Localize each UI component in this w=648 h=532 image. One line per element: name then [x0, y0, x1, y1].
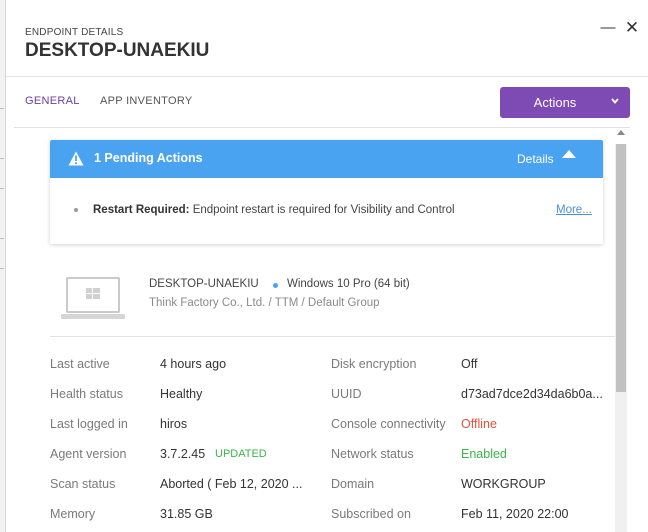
- vertical-scrollbar[interactable]: [615, 144, 627, 532]
- actions-button-label: Actions: [533, 95, 577, 110]
- prop-key: Agent version: [50, 447, 127, 461]
- warning-icon: [68, 151, 84, 166]
- pending-action-bold: Restart Required:: [93, 204, 190, 216]
- background-tick: [0, 268, 4, 269]
- details-toggle[interactable]: Details: [517, 152, 554, 166]
- pending-action-description: Endpoint restart is required for Visibil…: [189, 204, 455, 216]
- endpoint-details-panel: ENDPOINT DETAILS DESKTOP-UNAEKIU — ✕ GEN…: [6, 0, 648, 532]
- pending-actions-title: 1 Pending Actions: [94, 151, 203, 165]
- device-name: DESKTOP-UNAEKIU: [149, 278, 259, 290]
- prop-value: Off: [461, 357, 478, 371]
- tab-app-inventory[interactable]: APP INVENTORY: [100, 95, 193, 107]
- prop-key: Domain: [331, 477, 375, 491]
- info-divider: [50, 336, 615, 337]
- pending-actions-header: 1 Pending Actions Details: [50, 140, 603, 178]
- status-dot: [273, 283, 278, 288]
- prop-value: d73ad7dce2d34da6b0a...: [461, 387, 603, 401]
- prop-value-offline: Offline: [461, 417, 497, 431]
- prop-key: Network status: [331, 447, 414, 461]
- prop-key: Console connectivity: [331, 417, 446, 431]
- prop-key: Disk encryption: [331, 357, 417, 371]
- caret-up-icon[interactable]: [562, 150, 576, 158]
- prop-value: 31.85 GB: [160, 507, 213, 521]
- tab-bar: GENERAL APP INVENTORY Actions: [6, 76, 648, 128]
- general-tab-content: 1 Pending Actions Details Restart Requir…: [6, 128, 648, 532]
- background-tick: [0, 158, 4, 159]
- prop-key: Scan status: [50, 477, 116, 491]
- prop-value: Healthy: [160, 387, 203, 401]
- prop-value: 3.7.2.45: [160, 447, 206, 461]
- header-label: ENDPOINT DETAILS: [25, 27, 124, 38]
- minimize-icon[interactable]: —: [600, 20, 616, 36]
- close-icon[interactable]: ✕: [624, 19, 640, 36]
- pending-action-item: Restart Required: Endpoint restart is re…: [50, 178, 603, 244]
- prop-value: 4 hours ago: [160, 357, 227, 371]
- prop-value: WORKGROUP: [461, 477, 546, 491]
- updated-badge: UPDATED: [215, 448, 267, 460]
- pending-action-text: Restart Required: Endpoint restart is re…: [93, 204, 455, 216]
- prop-key: Last logged in: [50, 417, 128, 431]
- scroll-up-arrow[interactable]: [617, 130, 625, 135]
- actions-button[interactable]: Actions: [500, 87, 630, 118]
- page-title: DESKTOP-UNAEKIU: [25, 40, 210, 61]
- scrollbar-thumb[interactable]: [616, 144, 626, 392]
- device-os: Windows 10 Pro (64 bit): [287, 278, 410, 290]
- background-tick: [0, 238, 4, 239]
- bullet-icon: [74, 208, 78, 212]
- prop-value: Aborted ( Feb 12, 2020 ...: [160, 477, 303, 491]
- prop-value-enabled: Enabled: [461, 447, 507, 461]
- background-tick: [0, 108, 4, 109]
- prop-key: Memory: [50, 507, 96, 521]
- prop-value: Feb 11, 2020 22:00: [461, 507, 569, 521]
- prop-key: Health status: [50, 387, 123, 401]
- prop-key: UUID: [331, 387, 362, 401]
- pending-actions-card: 1 Pending Actions Details Restart Requir…: [50, 140, 603, 244]
- panel-header: ENDPOINT DETAILS DESKTOP-UNAEKIU — ✕: [6, 0, 648, 76]
- background-tick: [0, 188, 4, 189]
- prop-value: hiros: [160, 417, 188, 431]
- device-group: Think Factory Co., Ltd. / TTM / Default …: [149, 297, 380, 309]
- prop-key: Subscribed on: [331, 507, 411, 521]
- tab-general[interactable]: GENERAL: [25, 95, 80, 107]
- laptop-icon: [61, 277, 125, 319]
- prop-key: Last active: [50, 357, 110, 371]
- chevron-down-icon: [611, 98, 619, 104]
- more-link[interactable]: More...: [556, 204, 592, 216]
